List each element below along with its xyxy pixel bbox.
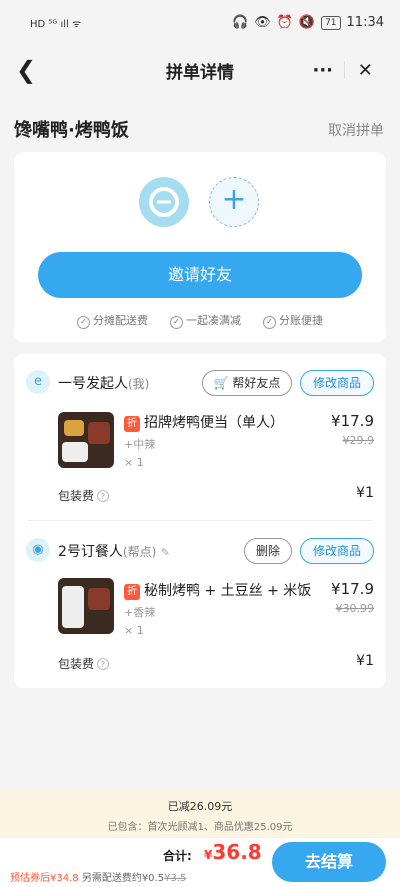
packaging-fee-label: 包装费? (58, 655, 110, 672)
eleme-logo-icon (149, 187, 179, 217)
checkout-bar: 合计: ¥36.8 预估券后¥34.8 另需配送费约¥0.5¥3.5 去结算 (0, 838, 400, 887)
total-amount: ¥36.8 (204, 840, 262, 864)
perks-list: 分摊配送费 一起凑满减 分账便捷 (14, 312, 386, 329)
delete-button[interactable]: 删除 (244, 538, 292, 564)
add-friend-icon[interactable]: + (209, 177, 259, 227)
item-spec: +香辣 (124, 606, 156, 619)
item-original-price: ¥30.99 (335, 602, 375, 615)
edit-pencil-icon[interactable]: ✎ (161, 546, 170, 559)
packaging-fee: ¥1 (356, 485, 374, 501)
coupon-estimate: 预估券后¥34.8 另需配送费约¥0.5¥3.5 (10, 873, 187, 884)
divider (28, 520, 372, 521)
perk-item: 一起凑满减 (170, 312, 241, 329)
headphone-icon: 🎧 (232, 15, 249, 30)
packaging-fee-label: 包装费? (58, 487, 110, 504)
discount-detail: 已包含：首次光顾减1、商品优惠25.09元 (107, 822, 293, 833)
perk-item: 分账便捷 (263, 312, 323, 329)
invite-card: + 邀请好友 分摊配送费 一起凑满减 分账便捷 (14, 152, 386, 342)
food-image (58, 412, 114, 468)
more-icon[interactable]: ··· (302, 60, 344, 81)
close-icon[interactable]: ✕ (345, 60, 387, 81)
participant-name: 2号订餐人(帮点) ✎ (58, 544, 170, 560)
eye-icon: 👁 (254, 15, 271, 30)
edit-items-button[interactable]: 修改商品 (300, 538, 374, 564)
discount-summary: 已减26.09元 已包含：首次光顾减1、商品优惠25.09元 (0, 790, 400, 838)
cancel-group-order-button[interactable]: 取消拼单 (328, 120, 384, 140)
discount-tag: 折 (124, 416, 140, 432)
item-name: 折招牌烤鸭便当（单人） (124, 412, 284, 432)
help-icon[interactable]: ? (97, 658, 110, 670)
status-right: 🎧 👁 ⏰ 🔇 71 11:34 (232, 15, 384, 30)
edit-items-button[interactable]: 修改商品 (300, 370, 374, 396)
order-card: e 一号发起人(我) 🛒 帮好友点 修改商品 折招牌烤鸭便当（单人） +中辣 ×… (14, 354, 386, 688)
order-for-friend-button[interactable]: 🛒 帮好友点 (202, 370, 292, 396)
basket-icon: 🛒 (213, 376, 229, 390)
nav-bar: ❮ 拼单详情 ··· ✕ (0, 44, 400, 96)
food-image (58, 578, 114, 634)
clock: 11:34 (346, 15, 384, 30)
perk-item: 分摊配送费 (77, 312, 148, 329)
initiator-icon: e (26, 370, 50, 394)
initiator-avatar (139, 177, 189, 227)
item-price: ¥17.9 (331, 580, 374, 598)
battery-icon: 71 (321, 15, 341, 30)
packaging-fee: ¥1 (356, 653, 374, 669)
item-quantity: × 1 (124, 456, 144, 469)
alarm-icon: ⏰ (276, 15, 293, 30)
signal-indicators: HD ⁵ᴳ ıll ᯤ (30, 19, 82, 30)
total-label: 合计: (163, 849, 192, 863)
discount-tag: 折 (124, 584, 140, 600)
item-original-price: ¥29.9 (342, 434, 375, 447)
status-bar: HD ⁵ᴳ ıll ᯤ 🎧 👁 ⏰ 🔇 71 11:34 (0, 0, 400, 44)
participant-name: 一号发起人(我) (58, 376, 150, 392)
item-price: ¥17.9 (331, 412, 374, 430)
item-quantity: × 1 (124, 624, 144, 637)
item-spec: +中辣 (124, 438, 156, 451)
mini-program-capsule: ··· ✕ (302, 54, 386, 86)
help-icon[interactable]: ? (97, 490, 110, 502)
store-name: 馋嘴鸭·烤鸭饭 (14, 120, 129, 141)
checkout-button[interactable]: 去结算 (272, 842, 386, 882)
robot-icon: ◉ (26, 538, 50, 562)
mute-icon: 🔇 (298, 15, 316, 30)
saved-amount: 已减26.09元 (167, 800, 233, 813)
item-name: 折秘制烤鸭 + 土豆丝 + 米饭 (124, 580, 311, 600)
invite-friends-button[interactable]: 邀请好友 (38, 252, 362, 298)
